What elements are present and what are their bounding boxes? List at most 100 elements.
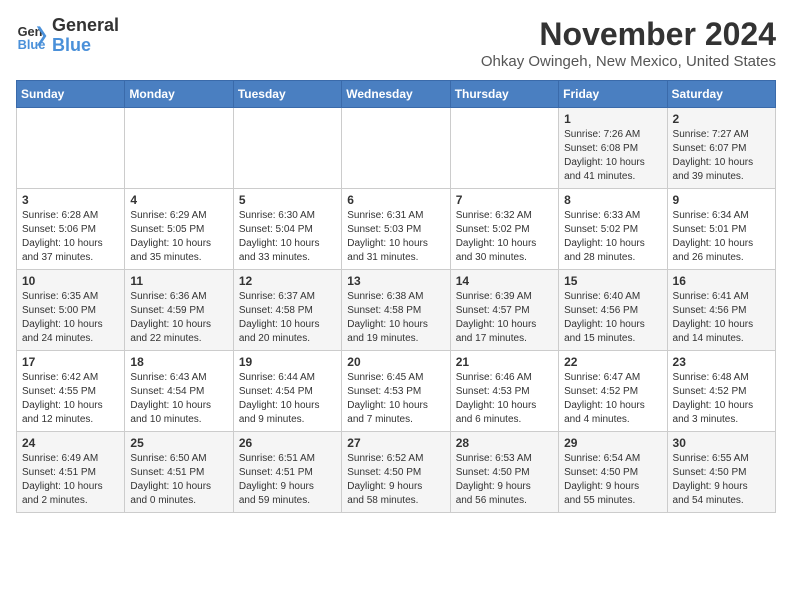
day-info-11: Sunrise: 6:36 AM Sunset: 4:59 PM Dayligh…	[130, 290, 227, 346]
day-info-23: Sunrise: 6:48 AM Sunset: 4:52 PM Dayligh…	[673, 371, 770, 427]
day-number-4: 4	[130, 193, 227, 207]
day-28: 28 Sunrise: 6:53 AM Sunset: 4:50 PM Dayli…	[450, 432, 558, 513]
day-21: 21Sunrise: 6:46 AM Sunset: 4:53 PM Dayli…	[450, 351, 558, 432]
day-info-26: Sunrise: 6:51 AM Sunset: 4:51 PM Dayligh…	[239, 452, 336, 508]
week-row-2: 3Sunrise: 6:28 AM Sunset: 5:06 PM Daylig…	[17, 189, 776, 270]
day-29: 29Sunrise: 6:54 AM Sunset: 4:50 PM Dayli…	[559, 432, 667, 513]
day-13: 13Sunrise: 6:38 AM Sunset: 4:58 PM Dayli…	[342, 270, 450, 351]
day-number-2: 2	[673, 112, 770, 126]
page-header: Gen Blue GeneralBlue November 2024 Ohkay…	[16, 16, 776, 70]
day-14: 14Sunrise: 6:39 AM Sunset: 4:57 PM Dayli…	[450, 270, 558, 351]
week-row-1: 1Sunrise: 7:26 AM Sunset: 6:08 PM Daylig…	[17, 108, 776, 189]
day-23: 23 Sunrise: 6:48 AM Sunset: 4:52 PM Dayli…	[667, 351, 775, 432]
day-number-10: 10	[22, 274, 119, 288]
day-18: 18 Sunrise: 6:43 AM Sunset: 4:54 PM Dayli…	[125, 351, 233, 432]
day-27: 27Sunrise: 6:52 AM Sunset: 4:50 PM Dayli…	[342, 432, 450, 513]
day-3: 3Sunrise: 6:28 AM Sunset: 5:06 PM Daylig…	[17, 189, 125, 270]
header-wednesday: Wednesday	[342, 81, 450, 108]
day-number-28: 28	[456, 436, 553, 450]
day-25: 25 Sunrise: 6:50 AM Sunset: 4:51 PM Dayli…	[125, 432, 233, 513]
day-number-20: 20	[347, 355, 444, 369]
day-number-17: 17	[22, 355, 119, 369]
empty-cell	[342, 108, 450, 189]
day-info-5: Sunrise: 6:30 AM Sunset: 5:04 PM Dayligh…	[239, 209, 336, 265]
day-number-26: 26	[239, 436, 336, 450]
day-number-11: 11	[130, 274, 227, 288]
week-row-5: 24 Sunrise: 6:49 AM Sunset: 4:51 PM Dayli…	[17, 432, 776, 513]
header-tuesday: Tuesday	[233, 81, 341, 108]
day-number-5: 5	[239, 193, 336, 207]
day-info-22: Sunrise: 6:47 AM Sunset: 4:52 PM Dayligh…	[564, 371, 661, 427]
day-1: 1Sunrise: 7:26 AM Sunset: 6:08 PM Daylig…	[559, 108, 667, 189]
logo-icon: Gen Blue	[16, 20, 48, 52]
day-number-6: 6	[347, 193, 444, 207]
day-info-28: Sunrise: 6:53 AM Sunset: 4:50 PM Dayligh…	[456, 452, 553, 508]
day-19: 19Sunrise: 6:44 AM Sunset: 4:54 PM Dayli…	[233, 351, 341, 432]
day-26: 26 Sunrise: 6:51 AM Sunset: 4:51 PM Dayli…	[233, 432, 341, 513]
day-number-3: 3	[22, 193, 119, 207]
day-15: 15 Sunrise: 6:40 AM Sunset: 4:56 PM Dayli…	[559, 270, 667, 351]
header-friday: Friday	[559, 81, 667, 108]
day-10: 10 Sunrise: 6:35 AM Sunset: 5:00 PM Dayli…	[17, 270, 125, 351]
day-9: 9 Sunrise: 6:34 AM Sunset: 5:01 PM Daylig…	[667, 189, 775, 270]
location: Ohkay Owingeh, New Mexico, United States	[481, 53, 776, 70]
calendar-table: SundayMondayTuesdayWednesdayThursdayFrid…	[16, 80, 776, 513]
day-number-7: 7	[456, 193, 553, 207]
week-row-3: 10 Sunrise: 6:35 AM Sunset: 5:00 PM Dayli…	[17, 270, 776, 351]
day-6: 6 Sunrise: 6:31 AM Sunset: 5:03 PM Daylig…	[342, 189, 450, 270]
day-number-22: 22	[564, 355, 661, 369]
empty-cell	[233, 108, 341, 189]
day-info-17: Sunrise: 6:42 AM Sunset: 4:55 PM Dayligh…	[22, 371, 119, 427]
empty-cell	[17, 108, 125, 189]
day-info-6: Sunrise: 6:31 AM Sunset: 5:03 PM Dayligh…	[347, 209, 444, 265]
day-info-16: Sunrise: 6:41 AM Sunset: 4:56 PM Dayligh…	[673, 290, 770, 346]
day-info-24: Sunrise: 6:49 AM Sunset: 4:51 PM Dayligh…	[22, 452, 119, 508]
logo-blue-text: Blue	[52, 35, 91, 55]
day-info-9: Sunrise: 6:34 AM Sunset: 5:01 PM Dayligh…	[673, 209, 770, 265]
day-number-25: 25	[130, 436, 227, 450]
day-number-9: 9	[673, 193, 770, 207]
day-info-27: Sunrise: 6:52 AM Sunset: 4:50 PM Dayligh…	[347, 452, 444, 508]
day-17: 17 Sunrise: 6:42 AM Sunset: 4:55 PM Dayli…	[17, 351, 125, 432]
day-7: 7 Sunrise: 6:32 AM Sunset: 5:02 PM Daylig…	[450, 189, 558, 270]
day-info-20: Sunrise: 6:45 AM Sunset: 4:53 PM Dayligh…	[347, 371, 444, 427]
day-30: 30Sunrise: 6:55 AM Sunset: 4:50 PM Dayli…	[667, 432, 775, 513]
empty-cell	[450, 108, 558, 189]
day-number-12: 12	[239, 274, 336, 288]
day-info-4: Sunrise: 6:29 AM Sunset: 5:05 PM Dayligh…	[130, 209, 227, 265]
day-info-30: Sunrise: 6:55 AM Sunset: 4:50 PM Dayligh…	[673, 452, 770, 508]
day-24: 24 Sunrise: 6:49 AM Sunset: 4:51 PM Dayli…	[17, 432, 125, 513]
day-8: 8 Sunrise: 6:33 AM Sunset: 5:02 PM Daylig…	[559, 189, 667, 270]
day-info-25: Sunrise: 6:50 AM Sunset: 4:51 PM Dayligh…	[130, 452, 227, 508]
day-5: 5 Sunrise: 6:30 AM Sunset: 5:04 PM Daylig…	[233, 189, 341, 270]
logo: Gen Blue GeneralBlue	[16, 16, 119, 56]
day-info-8: Sunrise: 6:33 AM Sunset: 5:02 PM Dayligh…	[564, 209, 661, 265]
day-number-13: 13	[347, 274, 444, 288]
day-number-23: 23	[673, 355, 770, 369]
day-info-7: Sunrise: 6:32 AM Sunset: 5:02 PM Dayligh…	[456, 209, 553, 265]
day-number-21: 21	[456, 355, 553, 369]
day-number-19: 19	[239, 355, 336, 369]
day-info-1: Sunrise: 7:26 AM Sunset: 6:08 PM Dayligh…	[564, 128, 661, 184]
week-row-4: 17 Sunrise: 6:42 AM Sunset: 4:55 PM Dayli…	[17, 351, 776, 432]
day-number-8: 8	[564, 193, 661, 207]
day-number-15: 15	[564, 274, 661, 288]
day-info-12: Sunrise: 6:37 AM Sunset: 4:58 PM Dayligh…	[239, 290, 336, 346]
day-info-10: Sunrise: 6:35 AM Sunset: 5:00 PM Dayligh…	[22, 290, 119, 346]
day-2: 2 Sunrise: 7:27 AM Sunset: 6:07 PM Daylig…	[667, 108, 775, 189]
day-info-18: Sunrise: 6:43 AM Sunset: 4:54 PM Dayligh…	[130, 371, 227, 427]
day-info-2: Sunrise: 7:27 AM Sunset: 6:07 PM Dayligh…	[673, 128, 770, 184]
day-info-15: Sunrise: 6:40 AM Sunset: 4:56 PM Dayligh…	[564, 290, 661, 346]
empty-cell	[125, 108, 233, 189]
day-4: 4 Sunrise: 6:29 AM Sunset: 5:05 PM Daylig…	[125, 189, 233, 270]
day-20: 20 Sunrise: 6:45 AM Sunset: 4:53 PM Dayli…	[342, 351, 450, 432]
day-number-18: 18	[130, 355, 227, 369]
day-number-24: 24	[22, 436, 119, 450]
day-22: 22 Sunrise: 6:47 AM Sunset: 4:52 PM Dayli…	[559, 351, 667, 432]
day-info-29: Sunrise: 6:54 AM Sunset: 4:50 PM Dayligh…	[564, 452, 661, 508]
header-saturday: Saturday	[667, 81, 775, 108]
header-monday: Monday	[125, 81, 233, 108]
day-info-14: Sunrise: 6:39 AM Sunset: 4:57 PM Dayligh…	[456, 290, 553, 346]
header-sunday: Sunday	[17, 81, 125, 108]
day-11: 11 Sunrise: 6:36 AM Sunset: 4:59 PM Dayli…	[125, 270, 233, 351]
